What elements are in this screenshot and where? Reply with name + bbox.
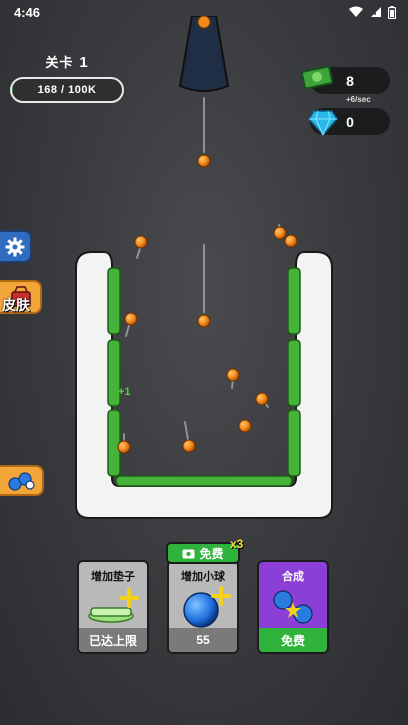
free-video-label: 免费 [199, 546, 224, 561]
merge-icon [273, 590, 313, 624]
ball [255, 392, 269, 406]
add-pad-card[interactable]: 增加垫子 已达上限 [77, 560, 149, 654]
merge-title: 合成 [282, 571, 304, 583]
ball [273, 226, 287, 240]
bumper-pad [287, 339, 301, 407]
ball [284, 234, 298, 248]
video-icon [182, 549, 195, 558]
bumper-pad [107, 267, 121, 335]
add-pad-status: 已达上限 [79, 628, 147, 652]
ball [197, 154, 211, 168]
free-video-button[interactable]: 免费 [166, 542, 240, 564]
add-ball-card[interactable]: 增加小球 55 [167, 560, 239, 654]
bumper-pad [115, 475, 293, 487]
ball [226, 368, 240, 382]
add-pad-title: 增加垫子 [91, 571, 135, 583]
score-popup: +1 [118, 386, 131, 398]
merge-cost: 免费 [259, 628, 327, 652]
bumper-pad [287, 409, 301, 477]
add-ball-title: 增加小球 [181, 571, 225, 583]
bumper-pad [287, 267, 301, 335]
ball [182, 439, 196, 453]
blue-ball-icon [183, 586, 231, 628]
add-ball-cost: 55 [169, 628, 237, 652]
ball [238, 419, 252, 433]
ball [124, 312, 138, 326]
balls [117, 154, 298, 454]
pad-icon [88, 588, 139, 623]
ball-trails [123, 97, 282, 445]
multiplier-badge: x3 [230, 537, 244, 551]
ball [117, 440, 131, 454]
ball [134, 235, 148, 249]
bumper-pad [107, 409, 121, 477]
merge-card[interactable]: 合成 免费 [257, 560, 329, 654]
ball [197, 314, 211, 328]
